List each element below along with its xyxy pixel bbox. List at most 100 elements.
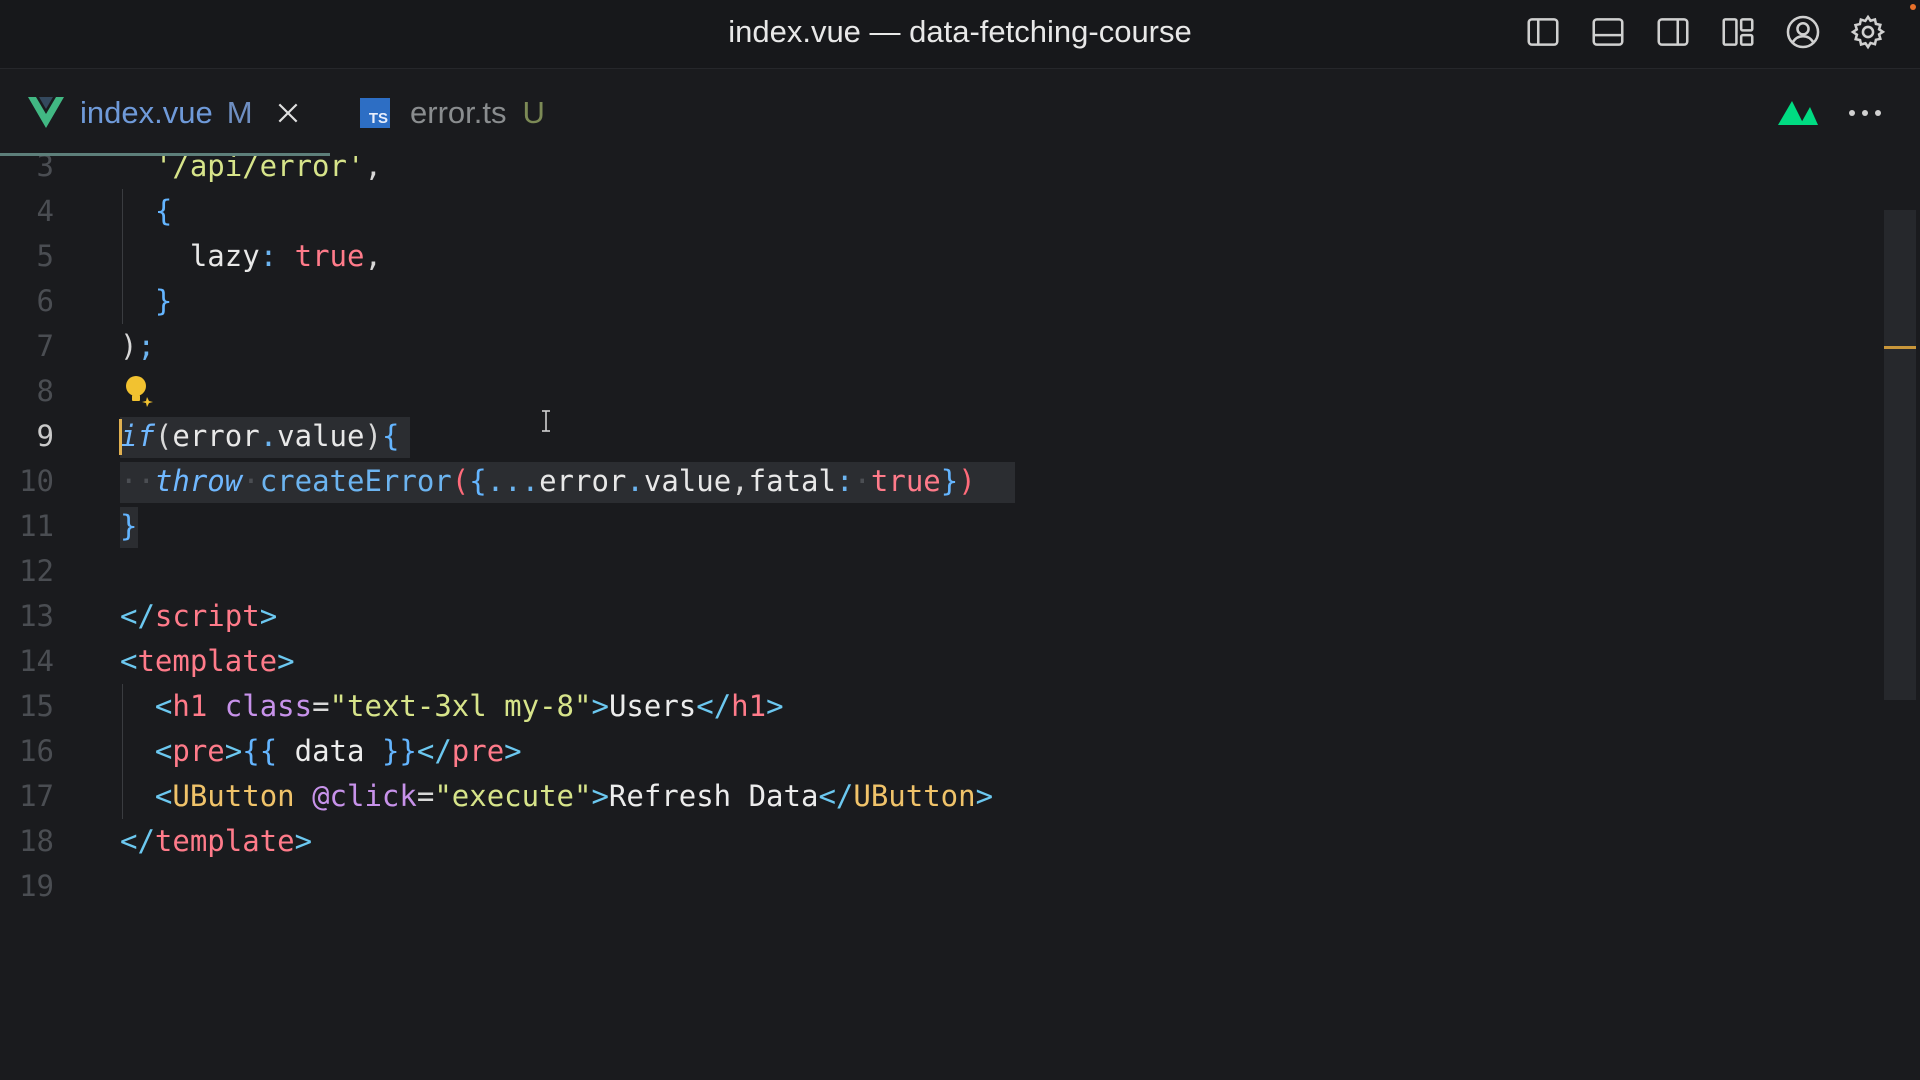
code-token: script <box>154 599 260 633</box>
code-token: h1 <box>731 689 767 723</box>
toggle-primary-sidebar-icon[interactable] <box>1521 10 1565 54</box>
code-line[interactable]: 4 { <box>0 189 1880 234</box>
line-number: 4 <box>36 194 54 228</box>
line-number: 18 <box>19 824 54 858</box>
code-line[interactable]: 10 ··throw·createError({...error.value,fa… <box>0 459 1880 504</box>
code-token: Refresh Data <box>608 779 819 813</box>
line-number: 5 <box>36 239 54 273</box>
code-editor[interactable]: 3 '/api/error', 4 {5 lazy: true, 6 } 7); 8 9 i… <box>0 156 1920 1080</box>
code-token: ; <box>137 329 155 363</box>
code-token: > <box>504 734 522 768</box>
code-line[interactable]: 9 if(error.value){ <box>0 414 1880 459</box>
code-token: } <box>154 284 173 318</box>
tab-index-vue[interactable]: index.vue M <box>0 69 330 156</box>
close-icon[interactable] <box>275 100 301 126</box>
code-token: > <box>224 734 243 768</box>
scrollbar[interactable] <box>1884 210 1916 700</box>
line-number: 14 <box>19 644 54 678</box>
tab-label: error.ts <box>410 94 507 130</box>
code-token: < <box>154 689 173 723</box>
tab-error-ts[interactable]: TS error.ts U <box>360 69 545 156</box>
code-token: true <box>294 239 365 273</box>
code-token: pre <box>172 734 225 768</box>
settings-gear-icon[interactable] <box>1846 10 1890 54</box>
code-token: > <box>766 689 784 723</box>
toggle-secondary-sidebar-icon[interactable] <box>1651 10 1695 54</box>
code-token: } <box>120 509 138 543</box>
code-line[interactable]: 19 <box>0 864 1880 909</box>
code-text: </script> <box>120 594 277 639</box>
code-token: < <box>120 644 138 678</box>
more-actions-icon[interactable] <box>1848 109 1882 117</box>
title-bar: index.vue — data-fetching-course <box>0 0 1920 69</box>
tab-actions <box>1778 69 1882 156</box>
code-text: </template> <box>120 819 312 864</box>
code-token: class <box>224 689 313 723</box>
line-number: 11 <box>19 509 54 543</box>
code-token: "execute" <box>434 779 592 813</box>
code-token: > <box>277 644 295 678</box>
customize-layout-icon[interactable] <box>1716 10 1760 54</box>
code-line[interactable]: 8 <box>0 369 1880 414</box>
line-number: 3 <box>36 156 54 183</box>
code-token: = <box>416 779 435 813</box>
code-token: throw <box>154 464 243 498</box>
editor-tab-bar: index.vue M TS error.ts U <box>0 69 1920 156</box>
code-token: , <box>364 239 382 273</box>
lightbulb-icon[interactable] <box>122 373 156 407</box>
code-token: template <box>154 824 295 858</box>
code-token: > <box>591 689 609 723</box>
code-token: · <box>853 464 871 498</box>
code-token: data <box>277 734 382 768</box>
code-text: { <box>120 189 172 234</box>
accounts-icon[interactable] <box>1781 10 1825 54</box>
code-line[interactable]: 7); <box>0 324 1880 369</box>
code-line[interactable]: 15 <h1 class="text-3xl my-8">Users</h1> <box>0 684 1880 729</box>
code-line[interactable]: 5 lazy: true, <box>0 234 1880 279</box>
tab-label: index.vue <box>80 94 213 130</box>
code-text: '/api/error', <box>120 156 382 189</box>
code-token: if <box>120 419 155 453</box>
code-token: ( <box>451 464 470 498</box>
code-line[interactable]: 18 </template> <box>0 819 1880 864</box>
line-number: 12 <box>19 554 54 588</box>
nuxt-logo-icon[interactable] <box>1778 99 1818 127</box>
code-token: {{ <box>242 734 278 768</box>
code-line[interactable]: 6 } <box>0 279 1880 324</box>
line-number: 19 <box>19 869 54 903</box>
code-line[interactable]: 14 <template> <box>0 639 1880 684</box>
line-number: 9 <box>36 419 54 453</box>
code-token: > <box>591 779 609 813</box>
code-token: value <box>643 464 732 498</box>
code-line[interactable]: 16 <pre>{{ data }}</pre> <box>0 729 1880 774</box>
text-caret <box>119 419 122 455</box>
code-token: </ <box>120 824 155 858</box>
code-token: }} <box>381 734 417 768</box>
text-cursor-icon <box>542 410 550 432</box>
code-token: </ <box>416 734 452 768</box>
code-line[interactable]: 13 </script> <box>0 594 1880 639</box>
code-token: Users <box>608 689 697 723</box>
code-line[interactable]: 11} <box>0 504 1880 549</box>
code-line[interactable]: 17 <UButton @click="execute">Refresh Dat… <box>0 774 1880 819</box>
code-token: pre <box>451 734 505 768</box>
line-number: 16 <box>19 734 54 768</box>
tab-modified-badge: M <box>226 94 253 130</box>
toggle-panel-icon[interactable] <box>1586 10 1630 54</box>
code-token: > <box>294 824 313 858</box>
line-number: 10 <box>19 464 54 498</box>
code-token: error <box>172 419 260 453</box>
code-token: true <box>870 464 941 498</box>
code-line[interactable]: 3 '/api/error', <box>0 156 1880 189</box>
title-bar-actions <box>1521 10 1890 54</box>
vue-logo-icon <box>28 96 64 128</box>
code-text: ); <box>120 324 155 369</box>
code-line[interactable]: 12 <box>0 549 1880 594</box>
code-token: : <box>259 239 278 273</box>
code-token: . <box>626 464 644 498</box>
line-number: 7 <box>36 329 54 363</box>
code-text: <template> <box>120 639 295 684</box>
